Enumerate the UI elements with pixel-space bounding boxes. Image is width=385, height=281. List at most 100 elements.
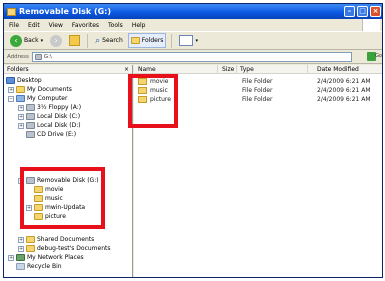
folder-icon [16, 86, 25, 93]
tree-item-my-computer[interactable]: − My Computer [8, 94, 67, 103]
highlight-box-removable-disk [20, 167, 105, 229]
folders-label: Folders [141, 37, 164, 44]
folders-button[interactable]: Folders [127, 33, 167, 48]
column-name[interactable]: Name [138, 66, 156, 73]
tree-item-label: Recycle Bin [27, 263, 62, 270]
column-type[interactable]: Type [240, 66, 254, 73]
folders-pane-title: Folders [7, 65, 29, 73]
tree-item-cd-drive[interactable]: CD Drive (E:) [26, 130, 76, 139]
address-bar: Address G:\ Go [4, 50, 382, 64]
menu-edit[interactable]: Edit [28, 22, 40, 29]
window-title: Removable Disk (G:) [19, 7, 112, 16]
minimize-button[interactable]: – [344, 6, 355, 17]
cd-icon [26, 131, 35, 138]
search-label: Search [102, 37, 123, 44]
file-date: 2/4/2009 6:21 AM [317, 78, 371, 85]
views-icon [179, 35, 194, 46]
tree-item-shared-documents[interactable]: + Shared Documents [18, 235, 94, 244]
back-label: Back [24, 37, 39, 44]
forward-arrow-icon: › [50, 34, 63, 47]
highlight-box-file-list [128, 74, 178, 128]
folder-icon [26, 236, 35, 243]
menu-file[interactable]: File [9, 22, 19, 29]
column-divider[interactable] [236, 65, 237, 74]
column-divider[interactable] [307, 65, 308, 74]
back-button[interactable]: ‹ Back ▾ [8, 33, 45, 48]
tree-item-label: Local Disk (C:) [37, 113, 81, 120]
menu-bar: File Edit View Favorites Tools Help [4, 19, 382, 31]
menu-view[interactable]: View [49, 22, 63, 29]
expand-icon[interactable]: + [18, 113, 24, 120]
address-field[interactable]: G:\ [31, 51, 352, 62]
recycle-bin-icon [16, 263, 25, 270]
tree-item-desktop[interactable]: Desktop [6, 76, 42, 85]
expand-icon[interactable]: + [8, 86, 14, 93]
network-icon [16, 254, 25, 261]
tree-item-floppy[interactable]: + 3½ Floppy (A:) [18, 103, 81, 112]
folder-up-icon [69, 35, 81, 46]
expand-icon[interactable]: + [18, 236, 24, 243]
explorer-window: Removable Disk (G:) – □ × File Edit View… [3, 3, 383, 278]
column-date-modified[interactable]: Date Modified [317, 66, 359, 73]
search-button[interactable]: ⌕ Search [93, 33, 125, 48]
title-bar[interactable]: Removable Disk (G:) – □ × [4, 4, 382, 19]
tree-item-label: CD Drive (E:) [37, 131, 77, 138]
desktop-icon [6, 77, 15, 84]
search-icon: ⌕ [95, 35, 101, 46]
file-date: 2/4/2009 6:21 AM [317, 87, 371, 94]
expand-icon[interactable]: + [18, 104, 24, 111]
tree-item-label: Shared Documents [37, 236, 95, 243]
maximize-button[interactable]: □ [357, 6, 368, 17]
tree-item-label: 3½ Floppy (A:) [37, 104, 82, 111]
file-type: File Folder [242, 96, 273, 103]
file-date: 2/4/2009 6:21 AM [317, 96, 371, 103]
views-dropdown-icon: ▾ [195, 37, 198, 44]
go-label[interactable]: Go [375, 53, 382, 59]
up-button[interactable] [67, 33, 82, 48]
tree-item-label: Desktop [17, 77, 42, 84]
file-type: File Folder [242, 87, 273, 94]
tree-item-my-network-places[interactable]: + My Network Places [8, 253, 84, 262]
tree-item-local-disk-d[interactable]: + Local Disk (D:) [18, 121, 81, 130]
drive-icon [34, 53, 42, 60]
folder-icon [26, 245, 35, 252]
expand-icon[interactable]: + [18, 245, 24, 252]
column-size[interactable]: Size [222, 66, 234, 73]
column-header-row: Name Size Type Date Modified [134, 65, 382, 74]
folders-pane-header: Folders × [4, 65, 132, 74]
column-divider[interactable] [217, 65, 218, 74]
close-button[interactable]: × [370, 6, 381, 17]
tree-item-label: My Computer [27, 95, 68, 102]
views-button[interactable]: ▾ [177, 33, 200, 48]
folder-icon [130, 37, 140, 44]
toolbar-separator [171, 33, 173, 48]
tree-item-label: My Network Places [27, 254, 84, 261]
tree-item-my-documents[interactable]: + My Documents [8, 85, 72, 94]
back-arrow-icon: ‹ [10, 34, 22, 47]
collapse-icon[interactable]: − [8, 95, 14, 102]
tree-item-label: Local Disk (D:) [37, 122, 81, 129]
close-pane-icon[interactable]: × [124, 66, 129, 73]
menu-help[interactable]: Help [132, 22, 146, 29]
menu-favorites[interactable]: Favorites [72, 22, 99, 29]
floppy-icon [26, 104, 35, 111]
expand-icon[interactable]: + [18, 122, 24, 129]
menu-tools[interactable]: Tools [108, 22, 123, 29]
forward-button[interactable]: › [48, 33, 64, 48]
tree-item-label: debug-test's Documents [37, 245, 111, 252]
tree-item-local-disk-c[interactable]: + Local Disk (C:) [18, 112, 80, 121]
file-type: File Folder [242, 78, 273, 85]
back-dropdown-icon[interactable]: ▾ [41, 38, 44, 44]
tree-item-label: My Documents [27, 86, 72, 93]
address-label: Address [7, 53, 29, 60]
drive-icon [26, 113, 35, 120]
computer-icon [16, 95, 25, 102]
drive-icon [7, 7, 16, 16]
expand-icon[interactable]: + [8, 254, 14, 261]
toolbar: ‹ Back ▾ › ⌕ Search Folders ▾ [4, 31, 382, 50]
address-value: G:\ [43, 53, 52, 60]
tree-item-recycle-bin[interactable]: Recycle Bin [16, 262, 62, 271]
toolbar-separator [87, 33, 89, 48]
windows-logo-icon [362, 19, 380, 31]
tree-item-user-documents[interactable]: + debug-test's Documents [18, 244, 111, 253]
